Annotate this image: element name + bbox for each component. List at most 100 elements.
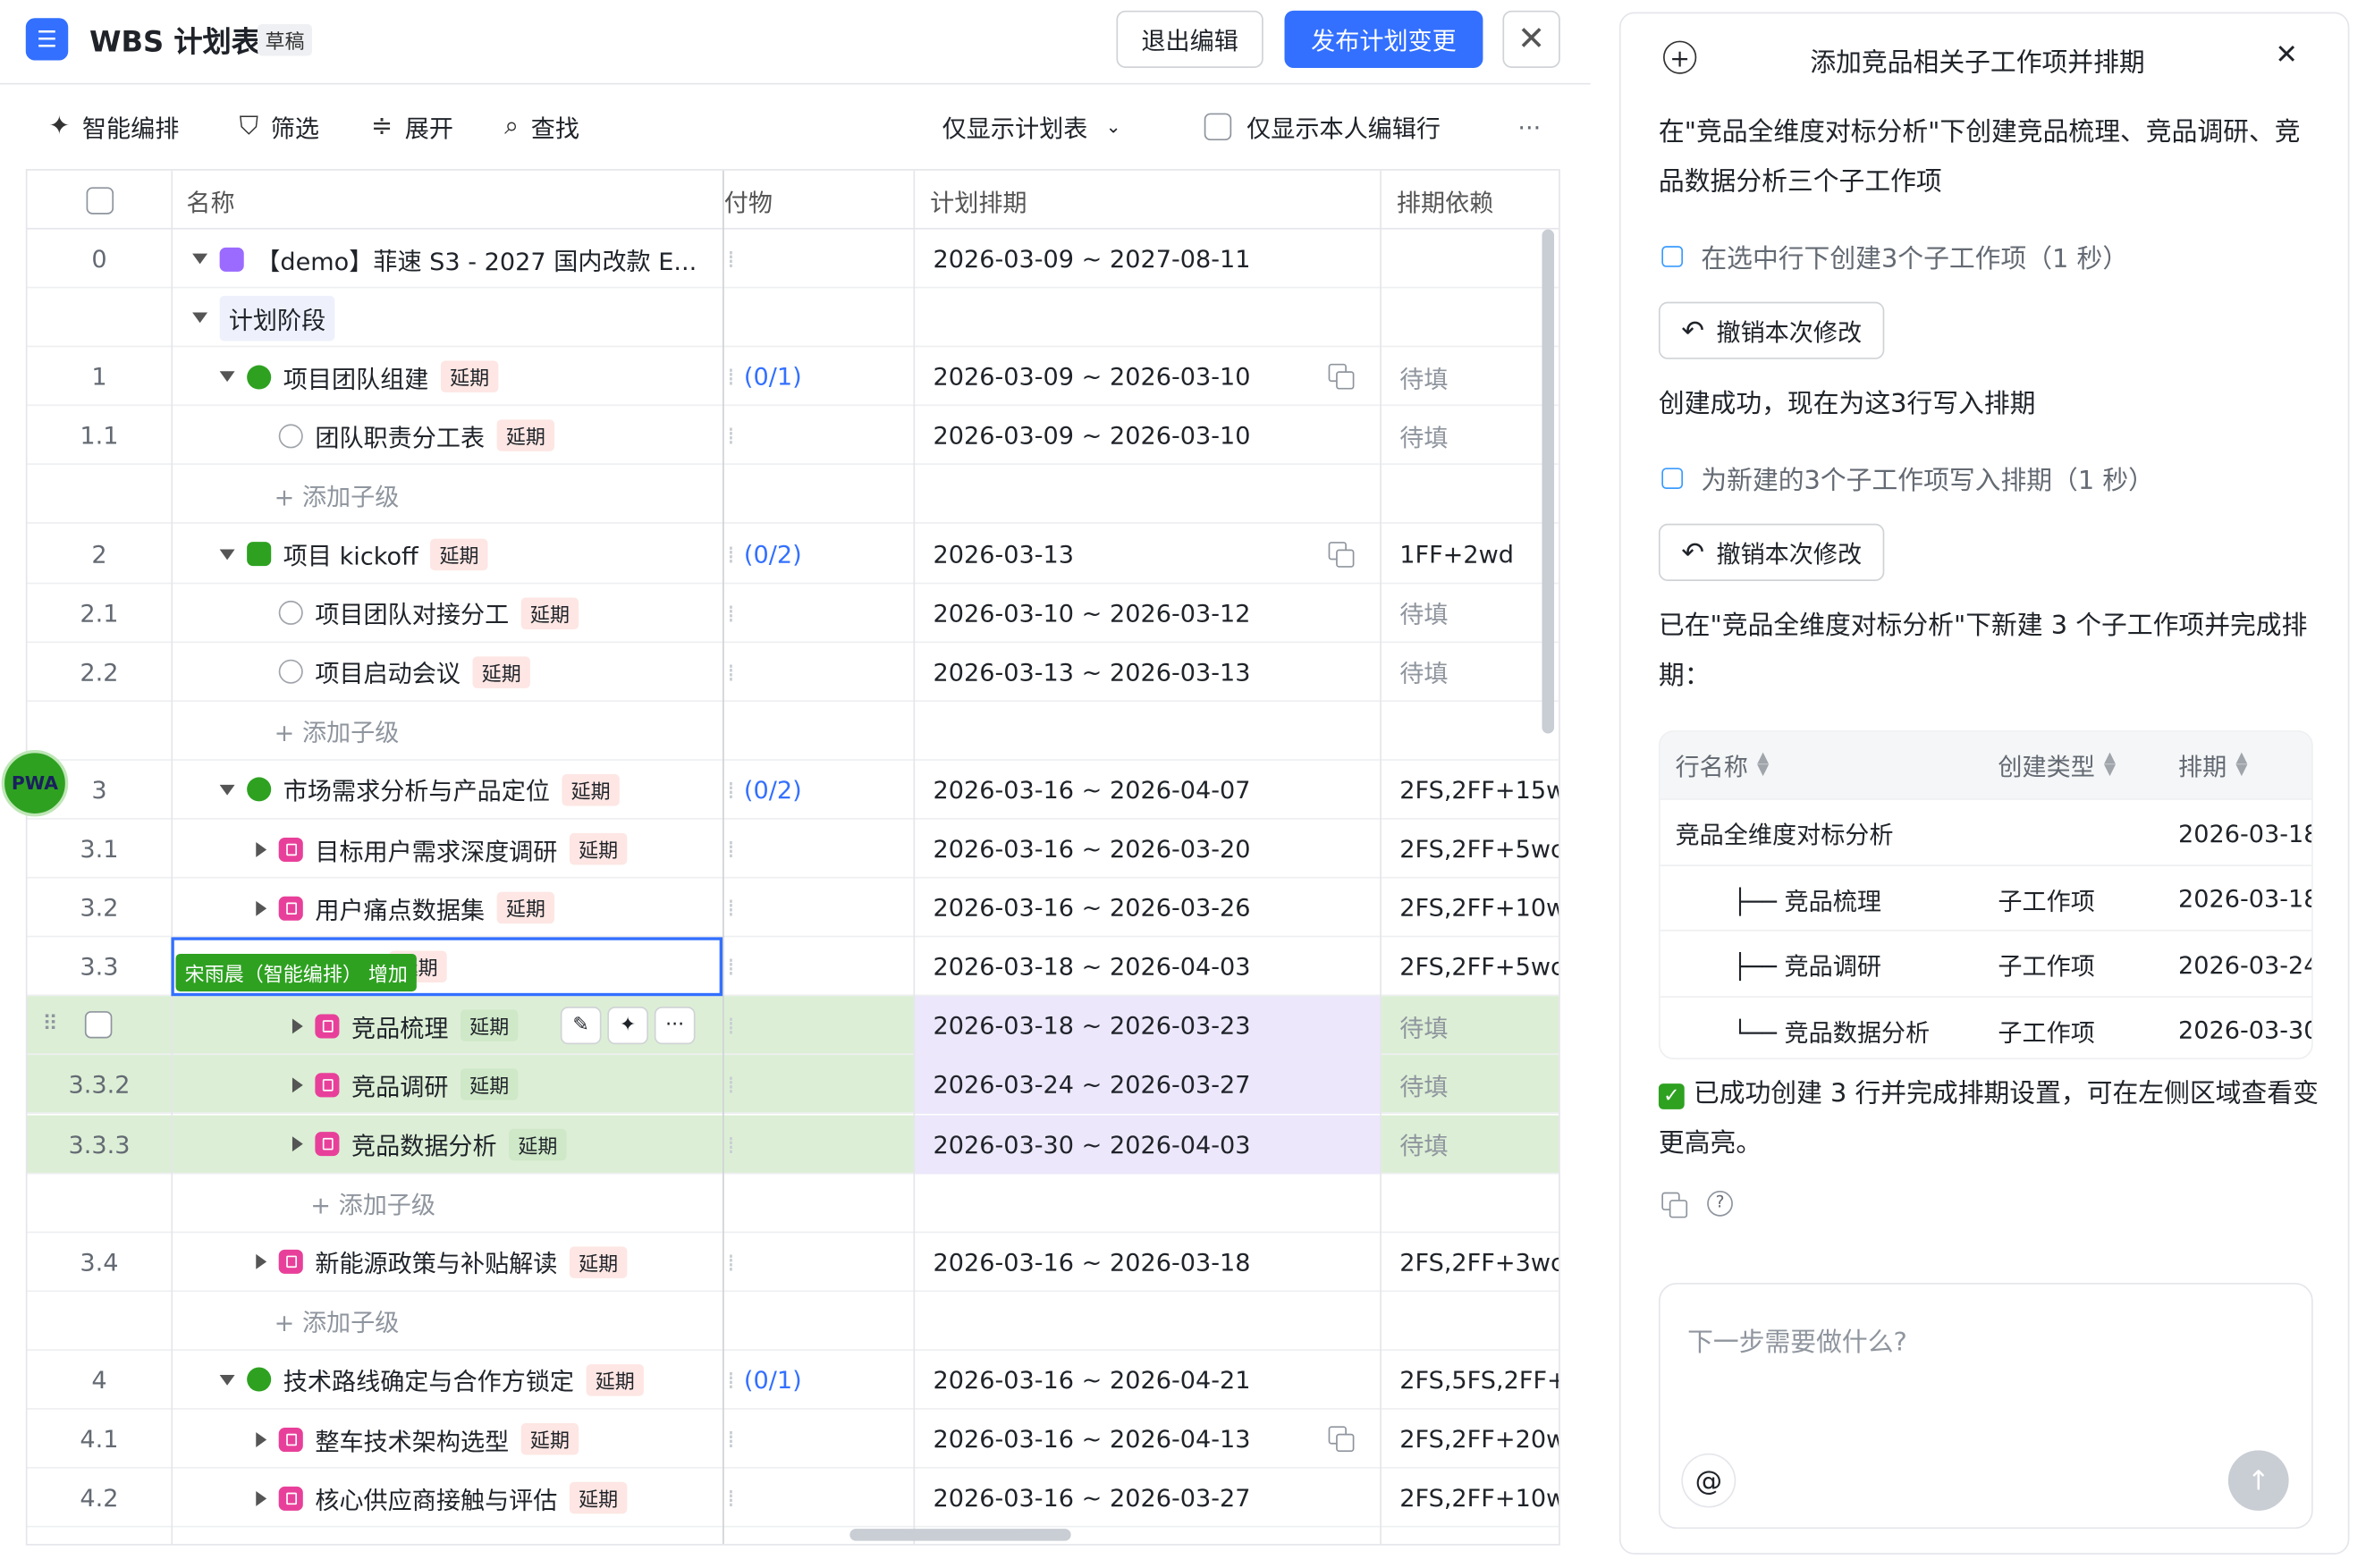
undo-button-2[interactable]: ↶ 撤销本次修改: [1658, 523, 1885, 581]
name-cell[interactable]: 【demo】菲速 S3 - 2027 国内改款 E...: [171, 230, 722, 289]
dependency-cell[interactable]: 待填: [1382, 1115, 1559, 1174]
col-dependency[interactable]: 排期依赖: [1382, 171, 1493, 230]
deliverable-count[interactable]: (0/1): [744, 1366, 802, 1395]
table-row[interactable]: 4 技术路线确定与合作方锁定 延期 ⁞ (0/1) 2026-03-16 ~ 2026-0…: [27, 1351, 1559, 1410]
only-mine-checkbox[interactable]: [1204, 113, 1232, 141]
rt-col-name[interactable]: 行名称: [1676, 747, 1748, 784]
table-row[interactable]: 1.1 团队职责分工表 延期 ⁞ 2026-03-09 ~ 2026-03-10 待填: [27, 407, 1559, 466]
sparkle-icon[interactable]: ✦: [607, 1007, 649, 1045]
schedule-cell[interactable]: 2026-03-16 ~ 2026-03-20: [915, 820, 1380, 879]
step-2[interactable]: 为新建的3个子工作项写入排期（1 秒）: [1661, 459, 2154, 496]
deliverable-cell[interactable]: ⁞: [724, 997, 914, 1056]
schedule-cell[interactable]: 2026-03-18 ~ 2026-04-03: [915, 938, 1380, 997]
collapse-toggle-icon[interactable]: [192, 253, 208, 265]
name-cell[interactable]: 项目团队组建 延期: [171, 348, 722, 407]
sort-icon[interactable]: ▲ ▼: [2104, 751, 2116, 778]
expand-toggle-icon[interactable]: [292, 1136, 303, 1152]
add-child-button[interactable]: + 添加子级: [275, 476, 400, 513]
expand-toggle-icon[interactable]: [256, 900, 267, 916]
name-cell[interactable]: 竞品数据分析 延期: [171, 1115, 722, 1174]
table-row[interactable]: 2.2 项目启动会议 延期 ⁞ 2026-03-13 ~ 2026-03-13 待填: [27, 643, 1559, 702]
schedule-cell[interactable]: 2026-03-24 ~ 2026-03-27: [915, 1055, 1381, 1115]
deliverable-count[interactable]: (0/2): [744, 776, 802, 805]
schedule-cell[interactable]: 2026-03-16 ~ 2026-04-13: [915, 1410, 1380, 1469]
name-cell[interactable]: 用户痛点数据集 延期: [171, 879, 722, 938]
table-row[interactable]: 3.3.2 竞品调研 延期 ⁞ 2026-03-24 ~ 2026-03-27 待填: [27, 1055, 1559, 1115]
dependency-cell[interactable]: 2FS,2FF+15w: [1382, 761, 1559, 820]
vertical-scrollbar[interactable]: [1542, 229, 1555, 734]
name-cell[interactable]: 技术路线确定与合作方锁定 延期: [171, 1351, 722, 1410]
rt-col-date[interactable]: 排期: [2178, 747, 2227, 784]
add-child-row[interactable]: + 添加子级: [27, 1292, 1559, 1351]
name-cell[interactable]: + 添加子级: [171, 1292, 722, 1351]
schedule-cell[interactable]: 2026-03-16 ~ 2026-04-07: [915, 761, 1380, 820]
deliverable-cell[interactable]: ⁞ (0/2): [724, 525, 914, 584]
avatar[interactable]: PWA: [1, 750, 69, 817]
name-cell[interactable]: 核心供应商接触与评估 延期: [171, 1469, 722, 1528]
undo-button-1[interactable]: ↶ 撤销本次修改: [1658, 301, 1885, 359]
result-row[interactable]: 竞品全维度对标分析 2026-03-18: [1660, 798, 2312, 864]
col-schedule[interactable]: 计划排期: [915, 171, 1027, 230]
col-deliverable[interactable]: 付物: [709, 171, 773, 230]
table-row[interactable]: 3.3.3 竞品数据分析 延期 ⁞ 2026-03-30 ~ 2026-04-03 待填: [27, 1114, 1559, 1174]
dependency-cell[interactable]: 2FS,5FS,2FF+: [1382, 1351, 1559, 1410]
table-row[interactable]: 2.1 项目团队对接分工 延期 ⁞ 2026-03-10 ~ 2026-03-12 待填: [27, 584, 1559, 643]
deliverable-cell[interactable]: ⁞: [724, 1115, 914, 1174]
deliverable-cell[interactable]: ⁞: [724, 1410, 914, 1469]
add-child-row[interactable]: + 添加子级: [27, 1174, 1559, 1233]
deliverable-cell[interactable]: ⁞: [724, 1469, 914, 1528]
smart-schedule-button[interactable]: ✦ 智能编排: [48, 105, 179, 148]
deliverable-cell[interactable]: ⁞: [724, 879, 914, 938]
name-cell[interactable]: 项目 kickoff 延期: [171, 525, 722, 584]
deliverable-cell[interactable]: ⁞: [724, 1233, 914, 1292]
name-cell[interactable]: + 添加子级: [171, 702, 722, 761]
dependency-cell[interactable]: 2FS,2FF+5wc: [1382, 820, 1559, 879]
schedule-cell[interactable]: 2026-03-16 ~ 2026-03-27: [915, 1469, 1380, 1528]
table-row[interactable]: 计划阶段: [27, 289, 1559, 348]
row-checkbox[interactable]: [84, 1011, 113, 1044]
deliverable-cell[interactable]: ⁞: [724, 230, 914, 289]
col-name[interactable]: 名称: [171, 171, 234, 230]
collapse-toggle-icon[interactable]: [192, 312, 208, 324]
dependency-cell[interactable]: 待填: [1382, 997, 1559, 1056]
schedule-cell[interactable]: 2026-03-30 ~ 2026-04-03: [915, 1114, 1381, 1174]
name-cell[interactable]: 市场需求分析与产品定位 延期: [171, 761, 722, 820]
mention-icon[interactable]: @: [1681, 1453, 1736, 1508]
add-child-button[interactable]: + 添加子级: [310, 1184, 435, 1221]
drag-handle-icon[interactable]: ⠿: [42, 1013, 57, 1037]
expand-toggle-icon[interactable]: [292, 1018, 303, 1034]
dependency-cell[interactable]: 2FS,2FF+20w: [1382, 1410, 1559, 1469]
rt-col-type[interactable]: 创建类型: [1998, 747, 2094, 784]
add-child-button[interactable]: + 添加子级: [275, 1302, 400, 1339]
name-cell[interactable]: 计划阶段: [171, 289, 722, 348]
view-select[interactable]: 仅显示计划表 ⌄: [942, 105, 1121, 148]
deliverable-cell[interactable]: ⁞: [724, 938, 914, 997]
dependency-cell[interactable]: 1FF+2wd: [1382, 525, 1559, 584]
expand-toggle-icon[interactable]: [256, 1490, 267, 1506]
table-row[interactable]: 3.2 用户痛点数据集 延期 ⁞ 2026-03-16 ~ 2026-03-26 2FS,…: [27, 879, 1559, 938]
find-button[interactable]: ⌕ 查找: [504, 105, 579, 148]
schedule-cell[interactable]: 2026-03-16 ~ 2026-03-26: [915, 879, 1380, 938]
table-row[interactable]: 1 项目团队组建 延期 ⁞ (0/1) 2026-03-09 ~ 2026-03-10 待填: [27, 348, 1559, 407]
schedule-cell[interactable]: 2026-03-10 ~ 2026-03-12: [915, 584, 1380, 643]
dependency-cell[interactable]: 2FS,2FF+10w: [1382, 1469, 1559, 1528]
copy-icon[interactable]: [1328, 1426, 1355, 1453]
name-cell[interactable]: + 添加子级: [171, 466, 722, 525]
expand-toggle-icon[interactable]: [256, 841, 267, 857]
deliverable-cell[interactable]: ⁞ (0/1): [724, 1351, 914, 1410]
sort-icon[interactable]: ▲ ▼: [1757, 751, 1769, 778]
copy-icon[interactable]: [1328, 541, 1355, 567]
select-all-checkbox[interactable]: [85, 186, 114, 214]
add-child-row[interactable]: + 添加子级: [27, 466, 1559, 525]
add-child-button[interactable]: + 添加子级: [275, 712, 400, 749]
deliverable-count[interactable]: (0/2): [744, 540, 802, 569]
dependency-cell[interactable]: 2FS,2FF+3wc: [1382, 1233, 1559, 1292]
table-row[interactable]: 竞品梳理 延期 ⁞ 2026-03-18 ~ 2026-03-23 待填: [27, 996, 1559, 1056]
schedule-cell[interactable]: 2026-03-16 ~ 2026-04-21: [915, 1351, 1380, 1410]
deliverable-cell[interactable]: ⁞: [724, 1056, 914, 1115]
name-cell[interactable]: 整车技术架构选型 延期: [171, 1410, 722, 1469]
schedule-cell[interactable]: 2026-03-13: [915, 525, 1380, 584]
schedule-cell[interactable]: 2026-03-09 ~ 2026-03-10: [915, 348, 1380, 407]
collapse-toggle-icon[interactable]: [219, 784, 235, 796]
deliverable-cell[interactable]: ⁞ (0/1): [724, 348, 914, 407]
